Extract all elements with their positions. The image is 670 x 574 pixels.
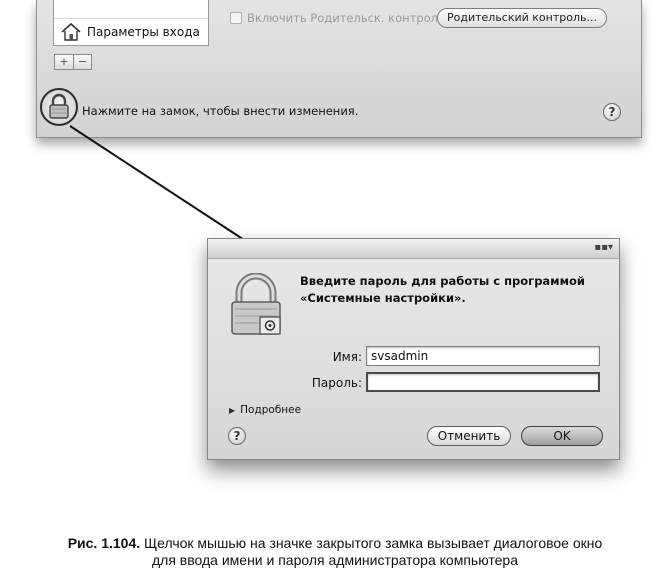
caption-text: Щелчок мышью на значке закрытого замка в… [140, 535, 603, 551]
home-icon [60, 22, 82, 42]
parental-controls-checkbox[interactable] [230, 12, 242, 24]
figure-number: Рис. 1.104. [67, 535, 141, 551]
help-button[interactable]: ? [228, 427, 246, 445]
figure-caption: Рис. 1.104. Щелчок мышью на значке закры… [0, 535, 670, 569]
disclosure-triangle-icon: ▶ [229, 406, 236, 415]
lock-button[interactable] [40, 88, 78, 126]
auth-prompt-line-2: «Системные настройки». [300, 291, 466, 305]
caption-line-1: Рис. 1.104. Щелчок мышью на значке закры… [0, 535, 670, 552]
name-label: Имя: [332, 350, 362, 364]
authentication-dialog: ▪▪▾ Введите пароль для работы с программ… [207, 238, 620, 460]
caption-line-2: для ввода имени и пароля администратора … [151, 552, 518, 568]
lock-icon [49, 93, 69, 119]
details-label: Подробнее [240, 404, 302, 416]
help-button[interactable]: ? [603, 103, 621, 121]
accounts-sidebar: Параметры входа [53, 0, 209, 46]
ok-button[interactable]: OK [521, 426, 603, 446]
lock-hint-text: Нажмите на замок, чтобы внести изменения… [82, 104, 359, 118]
add-remove-control: + − [54, 54, 92, 70]
sidebar-item-login-options[interactable]: Параметры входа [54, 18, 208, 44]
remove-account-button[interactable]: − [73, 55, 91, 69]
sidebar-item-label: Параметры входа [87, 24, 200, 39]
lock-icon [231, 273, 281, 335]
name-input[interactable] [366, 346, 600, 366]
auth-prompt-line-1: Введите пароль для работы с программой [300, 274, 585, 288]
password-label: Пароль: [311, 376, 362, 390]
parental-controls-button[interactable]: Родительский контроль... [437, 8, 607, 28]
input-menu-icon[interactable]: ▪▪▾ [594, 243, 613, 253]
add-account-button[interactable]: + [55, 55, 73, 69]
password-input[interactable] [366, 372, 600, 392]
dialog-titlebar: ▪▪▾ [208, 239, 619, 259]
parental-controls-checkbox-label: Включить Родительск. контроль [247, 11, 445, 25]
cancel-button[interactable]: Отменить [427, 426, 511, 446]
auth-prompt-text: Введите пароль для работы с программой «… [300, 273, 600, 307]
details-disclosure[interactable]: ▶ Подробнее [229, 404, 301, 416]
